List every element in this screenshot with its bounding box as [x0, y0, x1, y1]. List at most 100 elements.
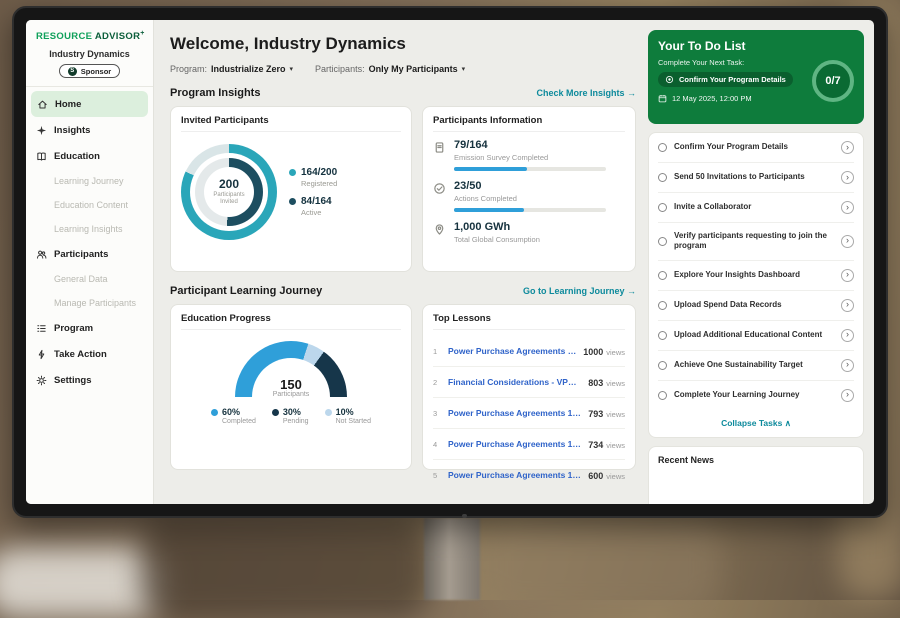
task-row[interactable]: Send 50 Invitations to Participants ›: [658, 163, 854, 193]
program-filter-label: Program:: [170, 64, 207, 74]
sidebar-item-manage-participants[interactable]: Manage Participants: [26, 291, 153, 315]
go-to-learning-journey-link[interactable]: Go to Learning Journey →: [523, 286, 636, 296]
sidebar-item-education[interactable]: Education: [26, 143, 153, 169]
org-name: Industry Dynamics: [26, 49, 153, 59]
lesson-rank: 3: [433, 409, 441, 418]
education-progress-card: Education Progress 150 Participants: [170, 304, 412, 470]
main-content: Welcome, Industry Dynamics Program: Indu…: [154, 20, 648, 504]
card-title: Participants Information: [433, 115, 625, 132]
task-row[interactable]: Verify participants requesting to join t…: [658, 223, 854, 261]
task-chevron-button[interactable]: ›: [841, 359, 854, 372]
todo-progress-count: 0/7: [825, 75, 840, 87]
background-shadow: [140, 518, 430, 618]
task-checkbox[interactable]: [658, 331, 667, 340]
chevron-up-icon: ∧: [785, 418, 791, 428]
task-checkbox[interactable]: [658, 391, 667, 400]
sidebar-item-home[interactable]: Home: [31, 91, 148, 117]
background-wall: [480, 515, 720, 615]
task-row[interactable]: Achieve One Sustainability Target ›: [658, 351, 854, 381]
task-checkbox[interactable]: [658, 203, 667, 212]
task-chevron-button[interactable]: ›: [841, 299, 854, 312]
dashboard-screen: RESOURCE ADVISOR+ Industry Dynamics S Sp…: [26, 20, 874, 504]
chevron-down-icon: ▾: [462, 65, 466, 73]
lesson-row[interactable]: 1 Power Purchase Agreements 101 1000view…: [433, 336, 625, 367]
participants-filter[interactable]: Participants: Only My Participants ▾: [315, 64, 465, 74]
gauge-center-label: Participants: [235, 391, 347, 398]
chevron-right-icon: ›: [846, 143, 849, 152]
chevron-right-icon: ›: [846, 270, 849, 279]
task-checkbox[interactable]: [658, 143, 667, 152]
lesson-row[interactable]: 5 Power Purchase Agreements 103 600views: [433, 460, 625, 490]
chevron-right-icon: ›: [846, 330, 849, 339]
task-row[interactable]: Complete Your Learning Journey ›: [658, 381, 854, 410]
lesson-link[interactable]: Power Purchase Agreements 101: [448, 408, 581, 418]
sponsor-icon: S: [68, 67, 77, 76]
sidebar-item-label: Settings: [54, 375, 91, 386]
sidebar-item-label: Insights: [54, 125, 90, 136]
task-row[interactable]: Invite a Collaborator ›: [658, 193, 854, 223]
section-title: Participant Learning Journey: [170, 285, 322, 297]
sponsor-badge[interactable]: S Sponsor: [59, 64, 120, 78]
task-chevron-button[interactable]: ›: [841, 329, 854, 342]
lesson-row[interactable]: 3 Power Purchase Agreements 101 793views: [433, 398, 625, 429]
task-chevron-button[interactable]: ›: [841, 389, 854, 402]
lesson-link[interactable]: Power Purchase Agreements 102: [448, 439, 581, 449]
check-more-insights-link[interactable]: Check More Insights →: [536, 88, 636, 98]
lesson-row[interactable]: 2 Financial Considerations - VPPAs 803vi…: [433, 367, 625, 398]
info-row-actions: 23/50 Actions Completed: [433, 180, 625, 212]
sidebar-item-learning-insights[interactable]: Learning Insights: [26, 217, 153, 241]
task-checkbox[interactable]: [658, 361, 667, 370]
task-label: Confirm Your Program Details: [674, 142, 834, 152]
task-checkbox[interactable]: [658, 271, 667, 280]
sidebar-item-take-action[interactable]: Take Action: [26, 341, 153, 367]
info-value: 1,000 GWh: [454, 221, 540, 233]
info-row-emission-survey: 79/164 Emission Survey Completed: [433, 139, 625, 171]
legend-dot: [211, 409, 218, 416]
task-checkbox[interactable]: [658, 173, 667, 182]
chevron-right-icon: ›: [846, 236, 849, 245]
learning-journey-header: Participant Learning Journey Go to Learn…: [170, 285, 636, 297]
task-chevron-button[interactable]: ›: [841, 235, 854, 248]
task-chevron-button[interactable]: ›: [841, 269, 854, 282]
lesson-row[interactable]: 4 Power Purchase Agreements 102 734views: [433, 429, 625, 460]
task-checkbox[interactable]: [658, 301, 667, 310]
legend-dot: [325, 409, 332, 416]
legend-value: 84/164: [301, 196, 332, 207]
task-checkbox[interactable]: [658, 237, 667, 246]
legend-value: 60%: [222, 407, 256, 417]
task-chevron-button[interactable]: ›: [841, 171, 854, 184]
info-label: Emission Survey Completed: [454, 153, 606, 162]
collapse-tasks-link[interactable]: Collapse Tasks ∧: [658, 410, 854, 437]
task-row[interactable]: Confirm Your Program Details ›: [658, 133, 854, 163]
lesson-rank: 5: [433, 471, 441, 480]
invited-participants-card: Invited Participants 200 Participants In…: [170, 106, 412, 272]
lesson-link[interactable]: Power Purchase Agreements 101: [448, 346, 576, 356]
sidebar-item-insights[interactable]: Insights: [26, 117, 153, 143]
sponsor-label: Sponsor: [81, 67, 111, 76]
sidebar-item-general-data[interactable]: General Data: [26, 267, 153, 291]
todo-title: Your To Do List: [658, 39, 854, 53]
progress-bar: [454, 167, 606, 171]
sidebar-item-learning-journey[interactable]: Learning Journey: [26, 169, 153, 193]
sidebar-item-program[interactable]: Program: [26, 315, 153, 341]
task-row[interactable]: Explore Your Insights Dashboard ›: [658, 261, 854, 291]
sidebar-item-education-content[interactable]: Education Content: [26, 193, 153, 217]
task-row[interactable]: Upload Additional Educational Content ›: [658, 321, 854, 351]
calendar-icon: [658, 94, 667, 103]
recent-news-title: Recent News: [658, 455, 714, 465]
sidebar-item-label: Take Action: [54, 349, 107, 360]
task-chevron-button[interactable]: ›: [841, 201, 854, 214]
task-chevron-button[interactable]: ›: [841, 141, 854, 154]
next-task-pill[interactable]: Confirm Your Program Details: [658, 72, 793, 87]
program-filter[interactable]: Program: Industrialize Zero ▾: [170, 64, 293, 74]
task-row[interactable]: Upload Spend Data Records ›: [658, 291, 854, 321]
sidebar-item-label: Manage Participants: [54, 298, 136, 308]
gauge-legend: 60% Completed 30% Pending: [211, 407, 371, 425]
chevron-right-icon: ›: [846, 360, 849, 369]
lesson-link[interactable]: Power Purchase Agreements 103: [448, 470, 581, 480]
info-row-consumption: 1,000 GWh Total Global Consumption: [433, 221, 625, 249]
sidebar-item-settings[interactable]: Settings: [26, 367, 153, 393]
donut-center-label: Participants Invited: [209, 192, 249, 206]
sidebar-item-participants[interactable]: Participants: [26, 241, 153, 267]
lesson-link[interactable]: Financial Considerations - VPPAs: [448, 377, 581, 387]
